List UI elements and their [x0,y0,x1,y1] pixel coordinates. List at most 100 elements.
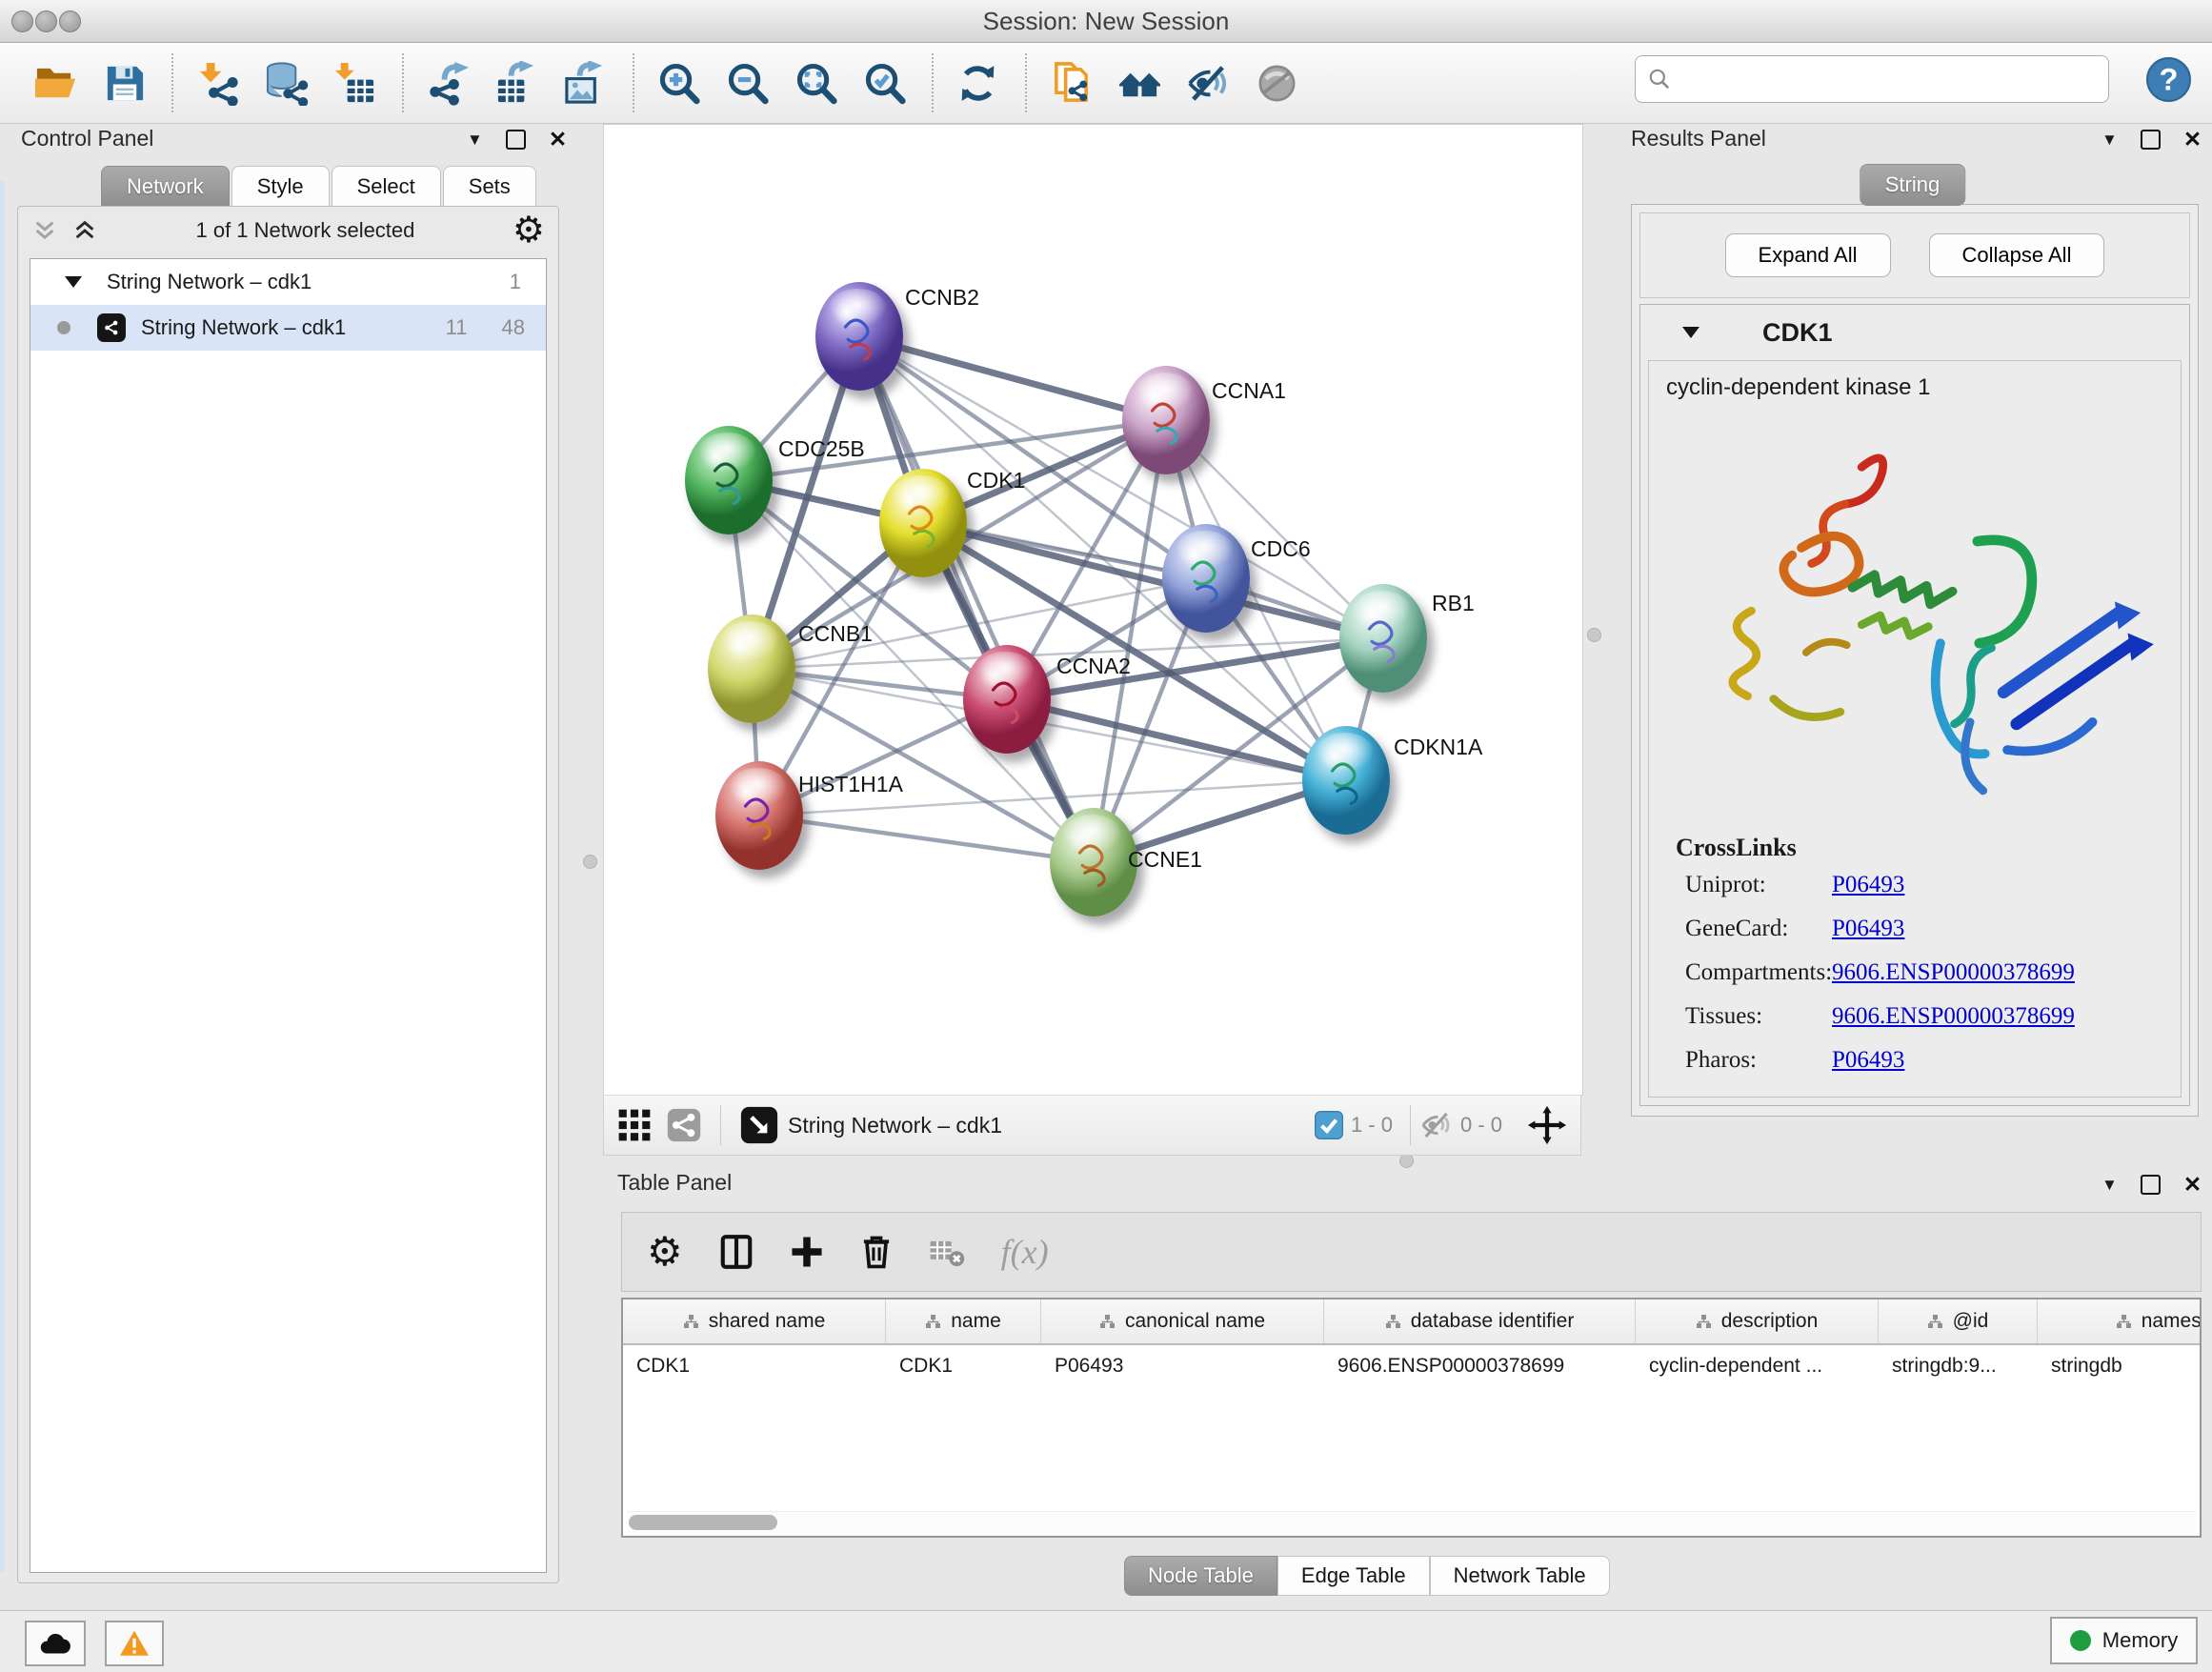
import-table-icon[interactable] [328,53,381,112]
current-network-name: String Network – cdk1 [788,1113,1002,1138]
export-image-icon[interactable] [558,53,612,112]
hidden-eye-icon[interactable] [1420,1109,1453,1141]
crosslink-label: GeneCard: [1685,916,1788,942]
crosslink-link[interactable]: P06493 [1832,916,1904,942]
first-neighbors-icon[interactable] [1113,53,1166,112]
show-columns-icon[interactable] [719,1234,754,1270]
network-node-ccna2[interactable] [963,645,1051,754]
panel-close-icon[interactable]: ✕ [2183,1174,2202,1196]
panel-float-icon[interactable] [506,130,526,150]
crosslink-link[interactable]: P06493 [1832,872,1904,898]
network-list-box: 1 of 1 Network selected ⚙ String Network… [17,206,559,1583]
panel-float-icon[interactable] [2141,130,2161,150]
column-header--id[interactable]: @id [1879,1299,2038,1343]
crosslink-link[interactable]: P06493 [1832,1047,1904,1074]
collapse-all-button[interactable]: Collapse All [1929,233,2105,277]
warnings-button[interactable] [105,1621,164,1666]
column-header-shared-name[interactable]: shared name [623,1299,886,1343]
refresh-icon[interactable] [951,53,1004,112]
network-view-canvas[interactable]: CCNB2CCNA1CDC25BCDK1CDC6RB1CCNB1CCNA2CDK… [603,124,1583,1096]
tab-sets[interactable]: Sets [443,166,536,208]
import-network-icon[interactable] [191,53,244,112]
tab-string[interactable]: String [1860,164,1965,206]
network-node-rb1[interactable] [1339,584,1427,693]
right-splitter-handle[interactable] [1587,628,1601,642]
export-table-icon[interactable] [490,53,543,112]
column-header-namespace[interactable]: namespace [2038,1299,2202,1343]
panel-close-icon[interactable]: ✕ [549,129,567,151]
panel-menu-icon[interactable]: ▼ [467,131,483,148]
network-options-gear-icon[interactable]: ⚙ [513,212,545,249]
panel-menu-icon[interactable]: ▼ [2101,131,2118,148]
protein-header-row[interactable]: CDK1 [1640,305,2189,360]
network-node-ccna1[interactable] [1122,366,1210,474]
network-node-cdk1[interactable] [879,469,967,577]
toggle-view-icon[interactable] [1250,53,1303,112]
search-bar[interactable] [1635,55,2109,103]
import-network-from-database-icon[interactable] [259,53,312,112]
network-row[interactable]: String Network – cdk1 11 48 [30,305,546,351]
protein-collapse-icon[interactable] [1682,327,1699,338]
collection-expand-icon[interactable] [65,276,82,288]
expand-all-button[interactable]: Expand All [1725,233,1891,277]
network-node-cdkn1a[interactable] [1302,726,1390,835]
crosslink-row: Uniprot:P06493 [1649,872,2181,916]
help-icon[interactable]: ? [2145,56,2192,103]
network-node-ccnb2[interactable] [815,282,903,391]
open-session-icon[interactable] [29,53,82,112]
table-options-gear-icon[interactable]: ⚙ [647,1232,683,1272]
table-row[interactable]: CDK1CDK1P064939606.ENSP00000378699cyclin… [623,1345,2200,1387]
crosslink-link[interactable]: 9606.ENSP00000378699 [1832,1003,2075,1030]
clear-table-icon[interactable] [929,1235,965,1269]
show-hide-graphics-icon[interactable] [1181,53,1235,112]
tab-edge-table[interactable]: Edge Table [1277,1556,1430,1596]
zoom-selected-icon[interactable] [857,53,911,112]
tab-network-table[interactable]: Network Table [1430,1556,1610,1596]
panel-menu-icon[interactable]: ▼ [2101,1177,2118,1193]
panel-float-icon[interactable] [2141,1175,2161,1195]
network-node-ccne1[interactable] [1050,808,1137,917]
search-input[interactable] [1681,66,2097,92]
tab-node-table[interactable]: Node Table [1124,1556,1277,1596]
save-session-icon[interactable] [97,53,151,112]
detach-view-icon[interactable] [740,1106,778,1144]
cloud-button[interactable] [25,1621,86,1666]
string-view-icon[interactable] [667,1108,701,1142]
add-column-icon[interactable] [790,1235,824,1269]
scrollbar-thumb[interactable] [629,1515,777,1530]
function-builder-icon[interactable]: f(x) [1001,1232,1049,1272]
grid-view-icon[interactable] [617,1108,652,1142]
network-edge[interactable] [759,816,1094,862]
node-label-ccnb1: CCNB1 [798,621,873,647]
new-network-from-selection-icon[interactable] [1044,53,1097,112]
tab-style[interactable]: Style [231,166,330,208]
column-header-name[interactable]: name [886,1299,1041,1343]
control-panel-window-icons: ▼ ✕ [467,129,567,151]
tab-network[interactable]: Network [101,166,230,208]
export-network-icon[interactable] [421,53,474,112]
zoom-out-icon[interactable] [720,53,774,112]
network-node-cdc25b[interactable] [685,426,773,534]
column-header-database-identifier[interactable]: database identifier [1324,1299,1636,1343]
network-node-ccnb1[interactable] [708,614,795,723]
panel-close-icon[interactable]: ✕ [2183,129,2202,151]
memory-button[interactable]: Memory [2050,1617,2198,1664]
fit-content-crosshair-icon[interactable] [1527,1105,1567,1145]
selected-checkbox-icon[interactable] [1315,1111,1343,1139]
bottom-splitter-handle[interactable] [1399,1154,1414,1168]
network-collection-row[interactable]: String Network – cdk1 1 [30,259,546,305]
column-header-canonical-name[interactable]: canonical name [1041,1299,1324,1343]
network-node-hist1h1a[interactable] [715,761,803,870]
table-horizontal-scrollbar[interactable] [627,1511,2196,1533]
network-node-cdc6[interactable] [1162,524,1250,633]
network-edge[interactable] [1007,699,1346,780]
zoom-fit-icon[interactable] [789,53,842,112]
tab-select[interactable]: Select [332,166,441,208]
column-header-description[interactable]: description [1636,1299,1879,1343]
left-splitter-handle[interactable] [583,855,597,869]
crosslink-link[interactable]: 9606.ENSP00000378699 [1832,959,2075,986]
expand-all-icon[interactable] [71,219,98,242]
zoom-in-icon[interactable] [652,53,705,112]
delete-column-icon[interactable] [860,1234,893,1270]
collapse-all-icon[interactable] [31,219,58,242]
